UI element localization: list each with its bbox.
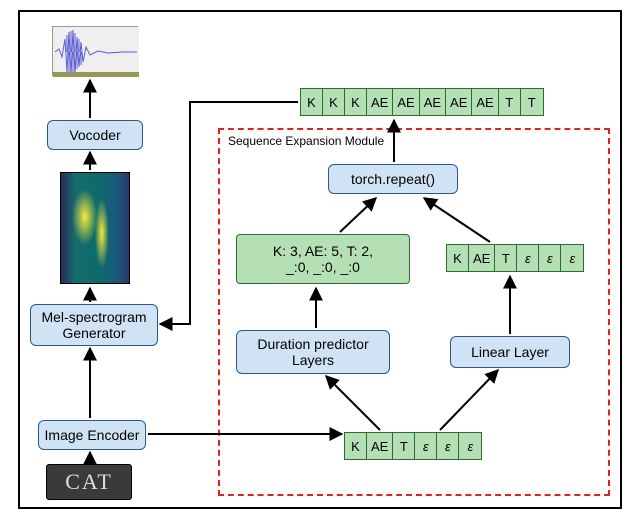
token-cell: T [495, 245, 517, 271]
token-cell: AE [393, 89, 419, 115]
token-cell: AE [446, 89, 472, 115]
linear-layer-label: Linear Layer [471, 344, 549, 360]
waveform-icon [53, 27, 139, 77]
token-cell: AE [367, 433, 393, 459]
waveform-output [52, 26, 138, 76]
durations-box: K: 3, AE: 5, T: 2, _:0, _:0, _:0 [236, 234, 410, 284]
token-cell: AE [420, 89, 446, 115]
token-cell: ε [459, 433, 481, 459]
token-cell: ε [539, 245, 561, 271]
token-cell: T [521, 89, 543, 115]
input-token-row: KAETεεε [344, 432, 482, 460]
token-cell: K [345, 433, 367, 459]
durations-text: K: 3, AE: 5, T: 2, _:0, _:0, _:0 [273, 243, 373, 275]
mel-spectrogram-image [60, 172, 130, 284]
duration-predictor-box: Duration predictor Layers [236, 330, 390, 374]
expanded-token-row: KKKAEAEAEAEAETT [300, 88, 544, 116]
token-cell: AE [472, 89, 498, 115]
linear-layer-box: Linear Layer [450, 336, 570, 368]
vocoder-label: Vocoder [69, 127, 120, 143]
image-encoder-label: Image Encoder [45, 427, 140, 443]
linear-output-token-row: KAETεεε [446, 244, 584, 272]
token-cell: ε [415, 433, 437, 459]
mel-generator-box: Mel-spectrogram Generator [30, 304, 158, 346]
token-cell: T [499, 89, 521, 115]
input-image-text: CAT [65, 469, 113, 495]
diagram-frame: Sequence Expansion Module CAT Image Enco… [18, 10, 622, 509]
sequence-expansion-label: Sequence Expansion Module [228, 134, 384, 148]
image-encoder-box: Image Encoder [38, 420, 146, 450]
token-cell: T [393, 433, 415, 459]
input-image-cat: CAT [46, 464, 132, 500]
mel-generator-label: Mel-spectrogram Generator [41, 309, 146, 341]
token-cell: ε [561, 245, 583, 271]
token-cell: AE [367, 89, 393, 115]
torch-repeat-label: torch.repeat() [351, 171, 435, 187]
token-cell: K [345, 89, 367, 115]
duration-predictor-label: Duration predictor Layers [257, 336, 368, 368]
token-cell: K [301, 89, 323, 115]
vocoder-box: Vocoder [47, 120, 143, 150]
token-cell: AE [469, 245, 495, 271]
token-cell: ε [437, 433, 459, 459]
token-cell: ε [517, 245, 539, 271]
token-cell: K [447, 245, 469, 271]
torch-repeat-box: torch.repeat() [328, 164, 458, 194]
token-cell: K [323, 89, 345, 115]
